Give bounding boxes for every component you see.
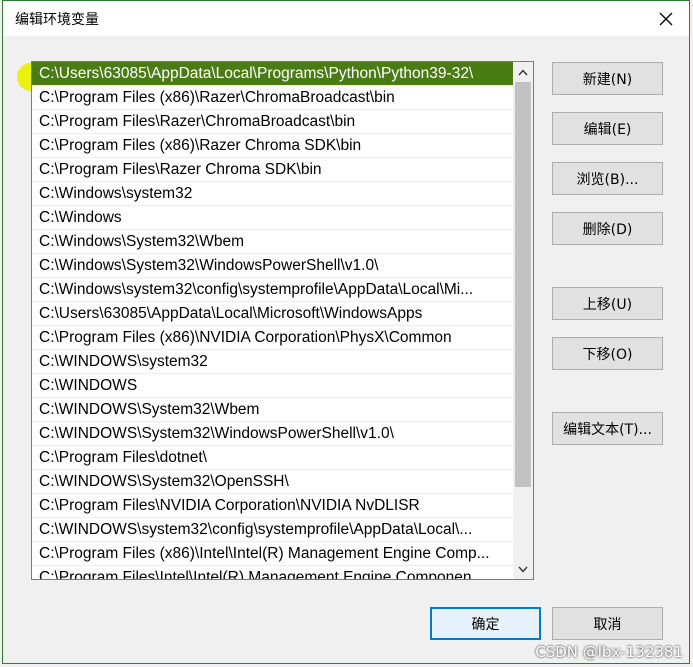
path-list-item[interactable]: C:\Users\63085\AppData\Local\Programs\Py… [32, 62, 513, 86]
path-list-item-text: C:\Program Files\Intel\Intel(R) Manageme… [39, 569, 485, 580]
path-list-item[interactable]: C:\Program Files\Razer\ChromaBroadcast\b… [32, 110, 513, 134]
path-list-item-text: C:\WINDOWS\System32\Wbem [39, 401, 260, 418]
path-list-item[interactable]: C:\WINDOWS [32, 374, 513, 398]
path-list-item[interactable]: C:\Windows\System32\Wbem [32, 230, 513, 254]
move-down-button[interactable]: 下移(O) [552, 337, 663, 370]
path-list-item[interactable]: C:\Program Files (x86)\Razer\ChromaBroad… [32, 86, 513, 110]
path-list-item[interactable]: C:\Users\63085\AppData\Local\Microsoft\W… [32, 302, 513, 326]
chevron-up-icon [518, 68, 528, 75]
path-list-item[interactable]: C:\WINDOWS\system32 [32, 350, 513, 374]
scroll-down-button[interactable] [513, 559, 533, 579]
path-list-rows: C:\Users\63085\AppData\Local\Programs\Py… [32, 62, 513, 580]
path-list-item-text: C:\Program Files (x86)\Razer Chroma SDK\… [39, 137, 362, 154]
close-icon [659, 12, 673, 25]
path-list-item-text: C:\WINDOWS\System32\OpenSSH\ [39, 473, 289, 490]
close-button[interactable] [643, 1, 689, 36]
path-list-item-text: C:\Program Files (x86)\Intel\Intel(R) Ma… [39, 545, 490, 562]
path-list-item-text: C:\Windows\system32\config\systemprofile… [39, 281, 474, 298]
path-list-item[interactable]: C:\Program Files (x86)\Razer Chroma SDK\… [32, 134, 513, 158]
ok-button[interactable]: 确定 [430, 607, 541, 640]
vertical-scrollbar[interactable] [513, 62, 533, 579]
path-list-item-text: C:\Program Files\dotnet\ [39, 449, 207, 466]
path-list-item-text: C:\Program Files\Razer Chroma SDK\bin [39, 161, 322, 178]
path-list-item-text: C:\WINDOWS\system32 [39, 353, 208, 370]
watermark: CSDN @lbx-132381 [535, 643, 683, 661]
path-list-item[interactable]: C:\WINDOWS\System32\OpenSSH\ [32, 470, 513, 494]
path-list-item[interactable]: C:\Program Files\dotnet\ [32, 446, 513, 470]
edit-text-button[interactable]: 编辑文本(T)... [552, 412, 663, 445]
chevron-down-icon [518, 566, 528, 573]
move-up-button[interactable]: 上移(U) [552, 287, 663, 320]
path-list-item[interactable]: C:\WINDOWS\system32\config\systemprofile… [32, 518, 513, 542]
path-list-item-text: C:\Users\63085\AppData\Local\Programs\Py… [39, 65, 474, 82]
title-bar: 编辑环境变量 [3, 1, 689, 36]
path-list-item[interactable]: C:\Program Files\NVIDIA Corporation\NVID… [32, 494, 513, 518]
edit-button[interactable]: 编辑(E) [552, 112, 663, 145]
path-list-item-text: C:\Program Files\NVIDIA Corporation\NVID… [39, 497, 420, 514]
scroll-up-button[interactable] [513, 62, 533, 82]
new-button[interactable]: 新建(N) [552, 62, 663, 95]
path-list-item[interactable]: C:\Program Files (x86)\Intel\Intel(R) Ma… [32, 542, 513, 566]
path-list-item[interactable]: C:\Windows\system32 [32, 182, 513, 206]
path-list-item[interactable]: C:\Program Files\Razer Chroma SDK\bin [32, 158, 513, 182]
path-list-item[interactable]: C:\Windows\System32\WindowsPowerShell\v1… [32, 254, 513, 278]
path-list-item-text: C:\Program Files\Razer\ChromaBroadcast\b… [39, 113, 356, 130]
path-list-item-text: C:\WINDOWS\System32\WindowsPowerShell\v1… [39, 425, 394, 442]
cancel-button[interactable]: 取消 [552, 607, 663, 640]
path-list-item-text: C:\WINDOWS\system32\config\systemprofile… [39, 521, 473, 538]
path-list-item-text: C:\Program Files (x86)\Razer\ChromaBroad… [39, 89, 395, 106]
path-list-item-text: C:\Users\63085\AppData\Local\Microsoft\W… [39, 305, 423, 322]
path-list-item[interactable]: C:\Program Files (x86)\NVIDIA Corporatio… [32, 326, 513, 350]
browse-button[interactable]: 浏览(B)... [552, 162, 663, 195]
path-list-item[interactable]: C:\Windows\system32\config\systemprofile… [32, 278, 513, 302]
path-list-item[interactable]: C:\WINDOWS\System32\Wbem [32, 398, 513, 422]
path-list-item[interactable]: C:\Program Files\Intel\Intel(R) Manageme… [32, 566, 513, 580]
scroll-thumb[interactable] [515, 82, 531, 487]
path-list-item-text: C:\Windows [39, 209, 122, 226]
path-list-item-text: C:\Windows\system32 [39, 185, 193, 202]
path-list-item[interactable]: C:\Windows [32, 206, 513, 230]
path-list-item-text: C:\Windows\System32\WindowsPowerShell\v1… [39, 257, 379, 274]
dialog-title: 编辑环境变量 [15, 12, 99, 28]
edit-env-variable-dialog: 编辑环境变量 C:\Users\63085\AppData\Local\Prog… [2, 0, 690, 664]
delete-button[interactable]: 删除(D) [552, 212, 663, 245]
path-list[interactable]: C:\Users\63085\AppData\Local\Programs\Py… [31, 61, 534, 580]
path-list-item[interactable]: C:\WINDOWS\System32\WindowsPowerShell\v1… [32, 422, 513, 446]
path-list-item-text: C:\WINDOWS [39, 377, 138, 394]
path-list-item-text: C:\Program Files (x86)\NVIDIA Corporatio… [39, 329, 452, 346]
path-list-item-text: C:\Windows\System32\Wbem [39, 233, 244, 250]
